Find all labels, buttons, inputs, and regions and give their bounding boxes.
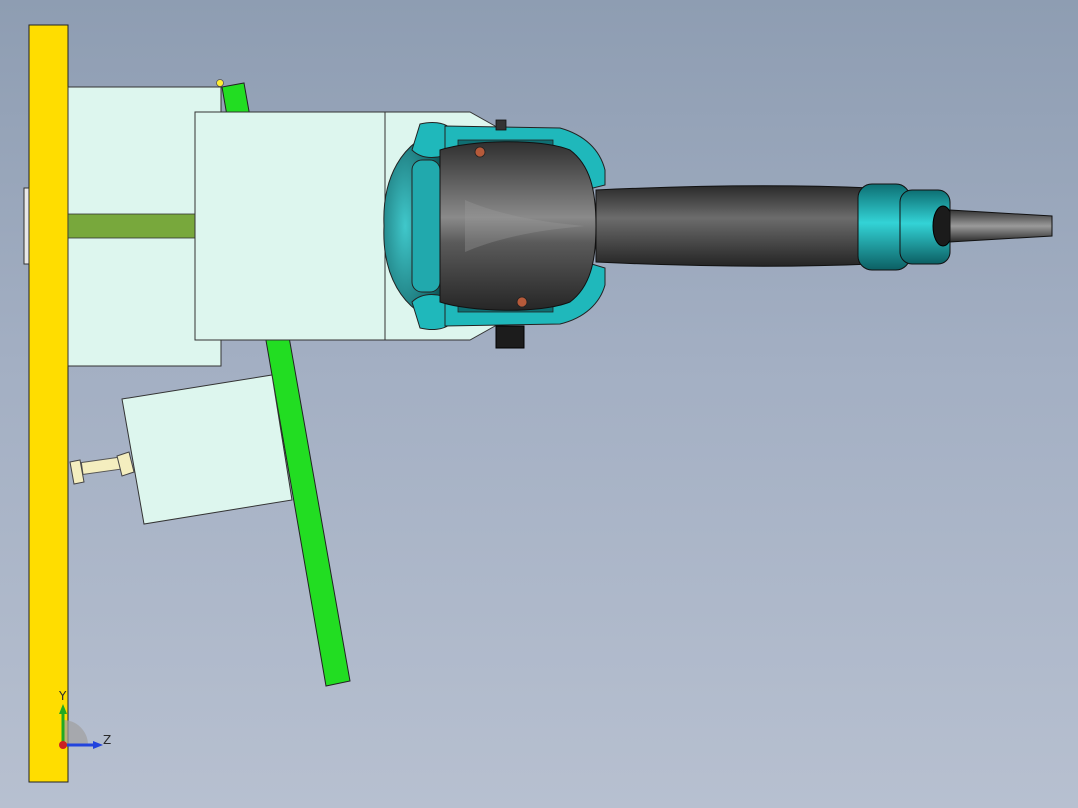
drill-body[interactable] xyxy=(383,119,1053,349)
z-axis-label: Z xyxy=(103,733,111,747)
mount-block-main[interactable] xyxy=(194,111,386,341)
bolt[interactable] xyxy=(69,451,135,485)
mount-slot[interactable] xyxy=(67,213,196,239)
base-plate[interactable] xyxy=(28,24,69,783)
nozzle-tip[interactable] xyxy=(949,209,1053,243)
plate-tab[interactable] xyxy=(23,187,30,265)
connector-plug[interactable] xyxy=(495,325,525,349)
cad-viewport[interactable]: Y Z xyxy=(0,0,1078,808)
model-scene[interactable]: Y Z xyxy=(0,0,1078,808)
x-axis-dot xyxy=(59,741,67,749)
y-axis-label: Y xyxy=(58,689,67,703)
lower-block[interactable] xyxy=(121,374,293,525)
bar-pin[interactable] xyxy=(216,79,224,87)
